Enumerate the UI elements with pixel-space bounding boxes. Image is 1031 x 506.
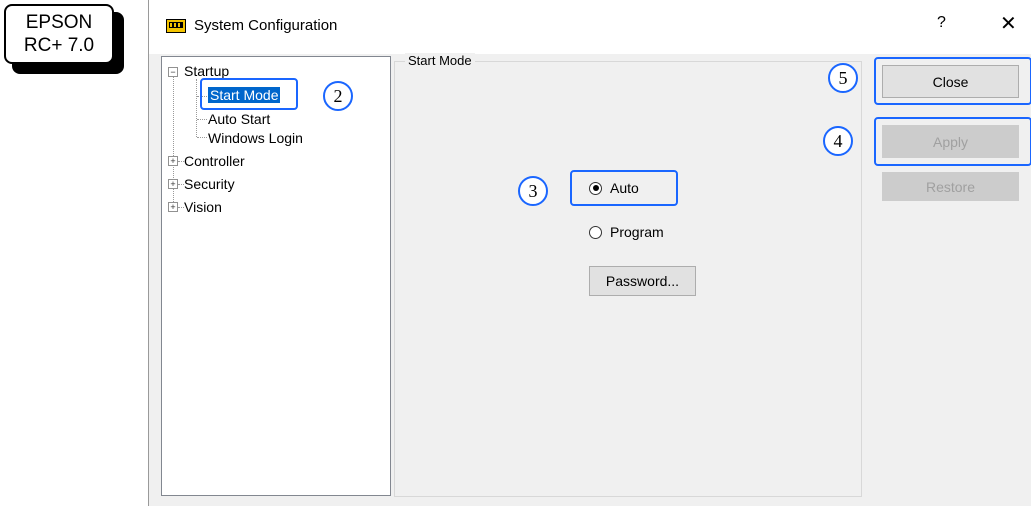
app-icon [166,19,186,33]
expand-icon[interactable]: + [168,156,178,166]
settings-tree: − Startup Start Mode Auto Start Windows … [161,56,391,496]
epson-rc-badge: EPSON RC+ 7.0 [4,4,124,74]
password-button[interactable]: Password... [589,266,696,296]
highlight-auto [570,170,678,206]
tree-item-windows-login[interactable]: Windows Login [208,130,303,146]
restore-button[interactable]: Restore [882,172,1019,201]
tree-line [197,137,207,138]
radio-program[interactable]: Program [589,224,664,240]
tree-item-security[interactable]: Security [184,176,235,192]
tree-item-auto-start[interactable]: Auto Start [208,111,270,127]
highlight-start-mode [200,78,298,110]
badge-line-1: EPSON [25,12,93,33]
tree-item-controller[interactable]: Controller [184,153,245,169]
callout-2: 2 [323,81,353,111]
help-button[interactable]: ? [937,14,946,32]
highlight-apply [874,117,1031,166]
expand-icon[interactable]: + [168,179,178,189]
callout-4: 4 [823,126,853,156]
tree-item-startup[interactable]: Startup [184,63,229,79]
expand-icon[interactable]: + [168,202,178,212]
tree-item-vision[interactable]: Vision [184,199,222,215]
tree-line [197,119,207,120]
callout-5: 5 [828,63,858,93]
badge-line-2: RC+ 7.0 [23,35,95,56]
highlight-close [874,57,1031,105]
radio-program-label: Program [610,224,664,240]
tree-line [196,79,197,137]
group-label: Start Mode [405,53,475,68]
window-title: System Configuration [194,17,338,34]
callout-3: 3 [518,176,548,206]
collapse-icon[interactable]: − [168,67,178,77]
radio-program-indicator[interactable] [589,225,602,239]
badge-box: EPSON RC+ 7.0 [4,4,114,64]
window-close-button[interactable]: ✕ [1000,11,1017,36]
title-bar: System Configuration ? ✕ [149,0,1031,54]
